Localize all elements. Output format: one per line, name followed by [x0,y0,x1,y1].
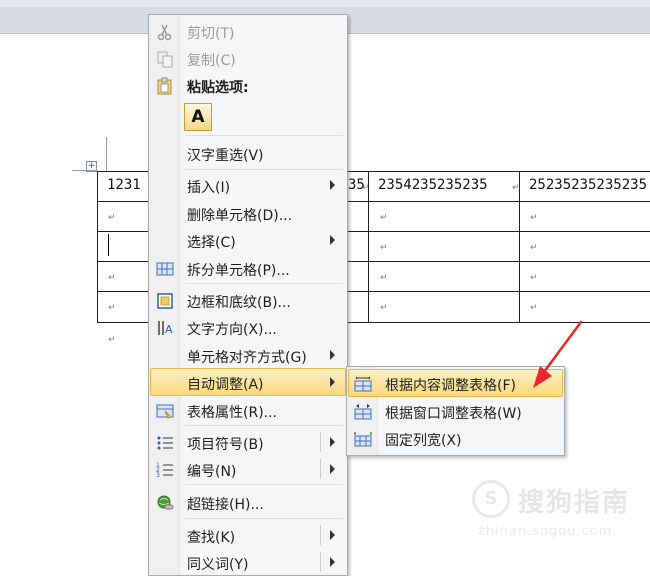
watermark-url: zhinan.sogou.com [478,524,613,539]
sogou-logo-icon: S [472,480,510,518]
watermark: S 搜狗指南 zhinan.sogou.com [472,478,642,548]
watermark-text: 搜狗指南 [518,488,631,518]
